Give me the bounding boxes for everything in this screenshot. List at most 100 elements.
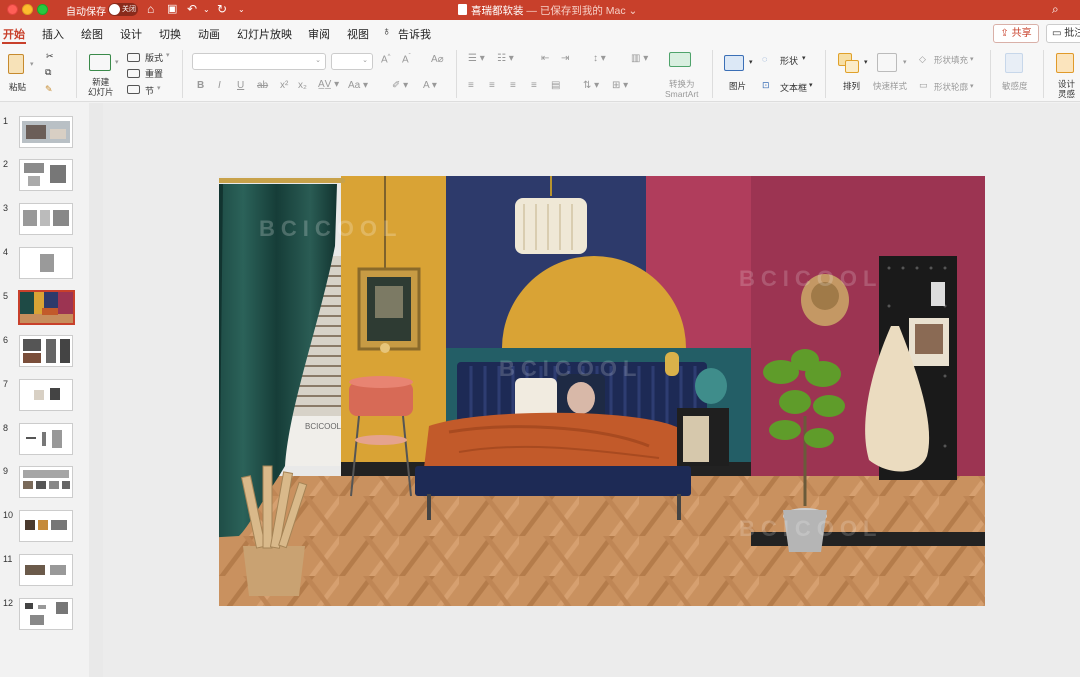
- line-spacing-icon[interactable]: ↕ ▾: [593, 53, 606, 64]
- tab-animations[interactable]: 动画: [198, 26, 220, 42]
- arrange-label[interactable]: 排列: [843, 81, 860, 91]
- subscript-icon[interactable]: x₂: [298, 80, 307, 91]
- strikethrough-icon[interactable]: ab: [257, 80, 268, 91]
- comments-button[interactable]: ▭ 批注: [1046, 24, 1080, 43]
- tab-slideshow[interactable]: 幻灯片放映: [237, 26, 292, 42]
- paste-dropdown-icon[interactable]: ▾: [30, 60, 34, 68]
- slide-thumbnail-10[interactable]: 10: [0, 510, 90, 550]
- clear-formatting-icon[interactable]: A⌀: [431, 54, 444, 65]
- change-case-icon[interactable]: Aa ▾: [348, 80, 368, 91]
- panel-scrollbar[interactable]: [89, 103, 103, 677]
- copy-icon[interactable]: ⧉: [45, 67, 51, 78]
- new-slide-icon[interactable]: [89, 54, 111, 71]
- text-direction-icon[interactable]: ⇅ ▾: [583, 80, 599, 91]
- save-icon[interactable]: ▣: [167, 2, 177, 15]
- cut-icon[interactable]: ✂: [46, 51, 54, 62]
- slide-thumbnail-1[interactable]: 1: [0, 116, 90, 156]
- title-dropdown-icon[interactable]: ⌄: [629, 5, 638, 17]
- tell-me-search[interactable]: 告诉我: [398, 26, 431, 42]
- slide-moodboard[interactable]: BCICOOL BCICOOL BCICOOL BCICOOL BCICOOL: [219, 176, 985, 606]
- sensitivity-icon[interactable]: [1005, 53, 1023, 73]
- layout-button[interactable]: 版式: [145, 51, 163, 64]
- picture-label[interactable]: 图片: [729, 81, 746, 91]
- align-right-icon[interactable]: ≡: [510, 80, 516, 91]
- font-name-field[interactable]: ⌄: [192, 53, 326, 70]
- shape-fill-button[interactable]: 形状填充: [934, 54, 968, 66]
- decrease-indent-icon[interactable]: ⇤: [541, 53, 549, 64]
- tab-review[interactable]: 审阅: [308, 26, 330, 42]
- section-dropdown-icon[interactable]: ▾: [157, 84, 161, 92]
- shape-outline-dropdown-icon[interactable]: ▾: [970, 82, 974, 90]
- character-spacing-icon[interactable]: A̲V̲ ▾: [318, 79, 339, 90]
- quick-style-label[interactable]: 快速样式: [873, 81, 907, 91]
- shape-button[interactable]: 形状: [780, 54, 798, 67]
- layout-dropdown-icon[interactable]: ▾: [166, 51, 170, 59]
- shape-fill-dropdown-icon[interactable]: ▾: [970, 55, 974, 63]
- align-text-icon[interactable]: ⊞ ▾: [612, 80, 628, 91]
- picture-icon[interactable]: [724, 55, 744, 71]
- share-button[interactable]: ⇪ 共享: [993, 24, 1039, 43]
- textbox-dropdown-icon[interactable]: ▾: [809, 81, 813, 89]
- new-slide-dropdown-icon[interactable]: ▾: [115, 58, 119, 66]
- undo-icon[interactable]: ↶: [187, 2, 197, 16]
- shape-dropdown-icon[interactable]: ▾: [802, 54, 806, 62]
- zoom-window-button[interactable]: [37, 4, 48, 15]
- slide-canvas[interactable]: BCICOOL BCICOOL BCICOOL BCICOOL BCICOOL: [103, 103, 1080, 677]
- convert-smartart-label[interactable]: 转换为 SmartArt: [665, 79, 699, 99]
- tab-draw[interactable]: 绘图: [81, 26, 103, 42]
- shape-outline-button[interactable]: 形状轮廓: [934, 81, 968, 93]
- search-icon[interactable]: ⌕: [1052, 2, 1059, 17]
- slide-thumbnail-6[interactable]: 6: [0, 335, 90, 375]
- distributed-icon[interactable]: ▤: [551, 80, 560, 91]
- underline-icon[interactable]: U: [237, 80, 244, 91]
- slide-thumbnail-3[interactable]: 3: [0, 203, 90, 243]
- picture-dropdown-icon[interactable]: ▾: [749, 58, 753, 66]
- sensitivity-label[interactable]: 敏感度: [1002, 81, 1028, 91]
- font-name-dropdown-icon[interactable]: ⌄: [315, 56, 321, 64]
- shrink-font-icon[interactable]: Aˇ: [402, 54, 411, 65]
- arrange-dropdown-icon[interactable]: ▾: [864, 58, 868, 66]
- undo-dropdown-icon[interactable]: ⌄: [203, 5, 210, 14]
- italic-icon[interactable]: I: [218, 80, 221, 91]
- justify-icon[interactable]: ≡: [531, 80, 537, 91]
- home-icon[interactable]: ⌂: [147, 2, 154, 16]
- tab-transitions[interactable]: 切换: [159, 26, 181, 42]
- align-left-icon[interactable]: ≡: [468, 80, 474, 91]
- reset-button[interactable]: 重置: [145, 67, 163, 80]
- slide-thumbnail-7[interactable]: 7: [0, 379, 90, 419]
- paste-label[interactable]: 粘贴: [9, 82, 26, 92]
- smartart-icon[interactable]: [669, 52, 691, 67]
- autosave-toggle[interactable]: 关闭: [108, 3, 138, 16]
- columns-icon[interactable]: ▥ ▾: [631, 53, 648, 64]
- tab-view[interactable]: 视图: [347, 26, 369, 42]
- format-painter-icon[interactable]: ✎: [45, 84, 53, 95]
- customize-toolbar-icon[interactable]: ⌄: [238, 5, 245, 14]
- bullets-icon[interactable]: ☰ ▾: [468, 53, 485, 64]
- new-slide-label[interactable]: 新建 幻灯片: [88, 77, 114, 97]
- slide-thumbnail-5[interactable]: 5: [0, 290, 90, 331]
- grow-font-icon[interactable]: A^: [381, 54, 391, 65]
- slide-thumbnail-12[interactable]: 12: [0, 598, 90, 638]
- minimize-window-button[interactable]: [22, 4, 33, 15]
- redo-icon[interactable]: ↻: [217, 2, 227, 16]
- slide-thumbnail-2[interactable]: 2: [0, 159, 90, 199]
- font-color-icon[interactable]: A ▾: [423, 80, 437, 91]
- design-ideas-icon[interactable]: [1056, 53, 1074, 73]
- paste-icon[interactable]: [8, 54, 24, 74]
- quick-style-icon[interactable]: [877, 53, 897, 72]
- bold-icon[interactable]: B: [197, 80, 204, 91]
- highlight-icon[interactable]: ✐ ▾: [392, 80, 408, 91]
- tab-design[interactable]: 设计: [120, 26, 142, 42]
- font-size-field[interactable]: ⌄: [331, 53, 373, 70]
- superscript-icon[interactable]: x²: [280, 80, 288, 91]
- increase-indent-icon[interactable]: ⇥: [561, 53, 569, 64]
- slide-thumbnail-9[interactable]: 9: [0, 466, 90, 506]
- align-center-icon[interactable]: ≡: [489, 80, 495, 91]
- numbering-icon[interactable]: ☷ ▾: [497, 53, 514, 64]
- design-ideas-label[interactable]: 设计 灵感: [1058, 79, 1075, 99]
- slide-thumbnail-8[interactable]: 8: [0, 423, 90, 463]
- quick-style-dropdown-icon[interactable]: ▾: [903, 58, 907, 66]
- tab-home[interactable]: 开始: [3, 26, 25, 42]
- textbox-button[interactable]: 文本框: [780, 81, 807, 94]
- section-button[interactable]: 节: [145, 84, 154, 97]
